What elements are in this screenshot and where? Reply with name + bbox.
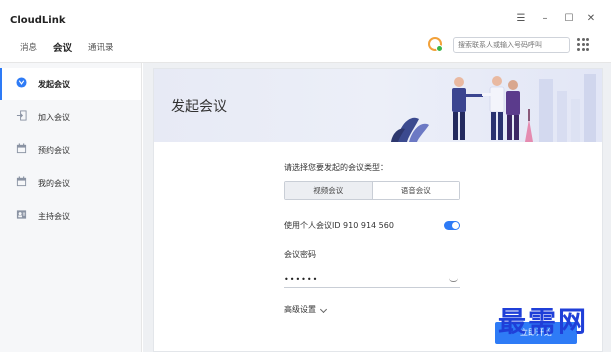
sidebar-item-join-meeting[interactable]: 加入会议 xyxy=(0,101,141,133)
sidebar-item-label: 主持会议 xyxy=(38,212,70,221)
start-meeting-icon xyxy=(16,77,27,88)
meeting-type-prompt: 请选择您要发起的会议类型： xyxy=(284,163,388,172)
banner: 发起会议 xyxy=(154,69,602,142)
search-box[interactable] xyxy=(453,37,570,53)
app-title: CloudLink xyxy=(10,15,66,26)
avatar[interactable] xyxy=(428,37,443,52)
sidebar-item-my-meetings[interactable]: 我的会议 xyxy=(0,167,141,199)
tab-contacts[interactable]: 通讯录 xyxy=(88,41,114,53)
maximize-icon[interactable]: ☐ xyxy=(563,13,575,25)
host-icon xyxy=(16,210,27,219)
audio-meeting-option[interactable]: 语音会议 xyxy=(372,182,459,199)
tab-messages[interactable]: 消息 xyxy=(20,41,37,53)
meeting-type-selector: 视频会议 语音会议 xyxy=(284,181,460,200)
dialpad-icon[interactable] xyxy=(577,38,591,52)
sidebar-item-label: 我的会议 xyxy=(38,179,70,188)
password-field[interactable]: •••••• xyxy=(284,274,460,288)
personal-meeting-id-label: 使用个人会议ID 910 914 560 xyxy=(284,221,394,230)
sidebar-item-label: 加入会议 xyxy=(38,113,70,122)
personal-meeting-id-toggle[interactable] xyxy=(444,221,460,230)
minimize-icon[interactable]: – xyxy=(539,13,551,25)
sidebar-item-label: 预约会议 xyxy=(38,146,70,155)
sidebar-item-label: 发起会议 xyxy=(38,80,70,89)
sidebar-item-start-meeting[interactable]: 发起会议 xyxy=(0,68,141,100)
title-bar: CloudLink ☰ – ☐ ✕ xyxy=(0,0,611,34)
chevron-down-icon[interactable] xyxy=(319,305,328,314)
eye-closed-icon[interactable] xyxy=(449,278,458,282)
calendar-icon xyxy=(16,176,27,187)
menu-icon[interactable]: ☰ xyxy=(515,13,527,25)
password-label: 会议密码 xyxy=(284,250,316,259)
page-title: 发起会议 xyxy=(171,99,227,115)
business-people-illustration xyxy=(391,74,596,142)
sidebar: 发起会议 加入会议 预约会议 我的会议 主持会议 xyxy=(0,63,142,352)
close-icon[interactable]: ✕ xyxy=(585,13,597,25)
search-input[interactable] xyxy=(454,38,569,52)
advanced-settings-label[interactable]: 高级设置 xyxy=(284,304,316,315)
sidebar-item-schedule-meeting[interactable]: 预约会议 xyxy=(0,134,141,166)
password-value: •••••• xyxy=(284,275,319,284)
calendar-icon xyxy=(16,143,27,154)
watermark: 最需网 xyxy=(498,305,589,338)
tab-meetings[interactable]: 会议 xyxy=(53,40,72,54)
join-meeting-icon xyxy=(16,110,27,121)
video-meeting-option[interactable]: 视频会议 xyxy=(285,182,373,199)
sidebar-item-host-meeting[interactable]: 主持会议 xyxy=(0,200,141,232)
